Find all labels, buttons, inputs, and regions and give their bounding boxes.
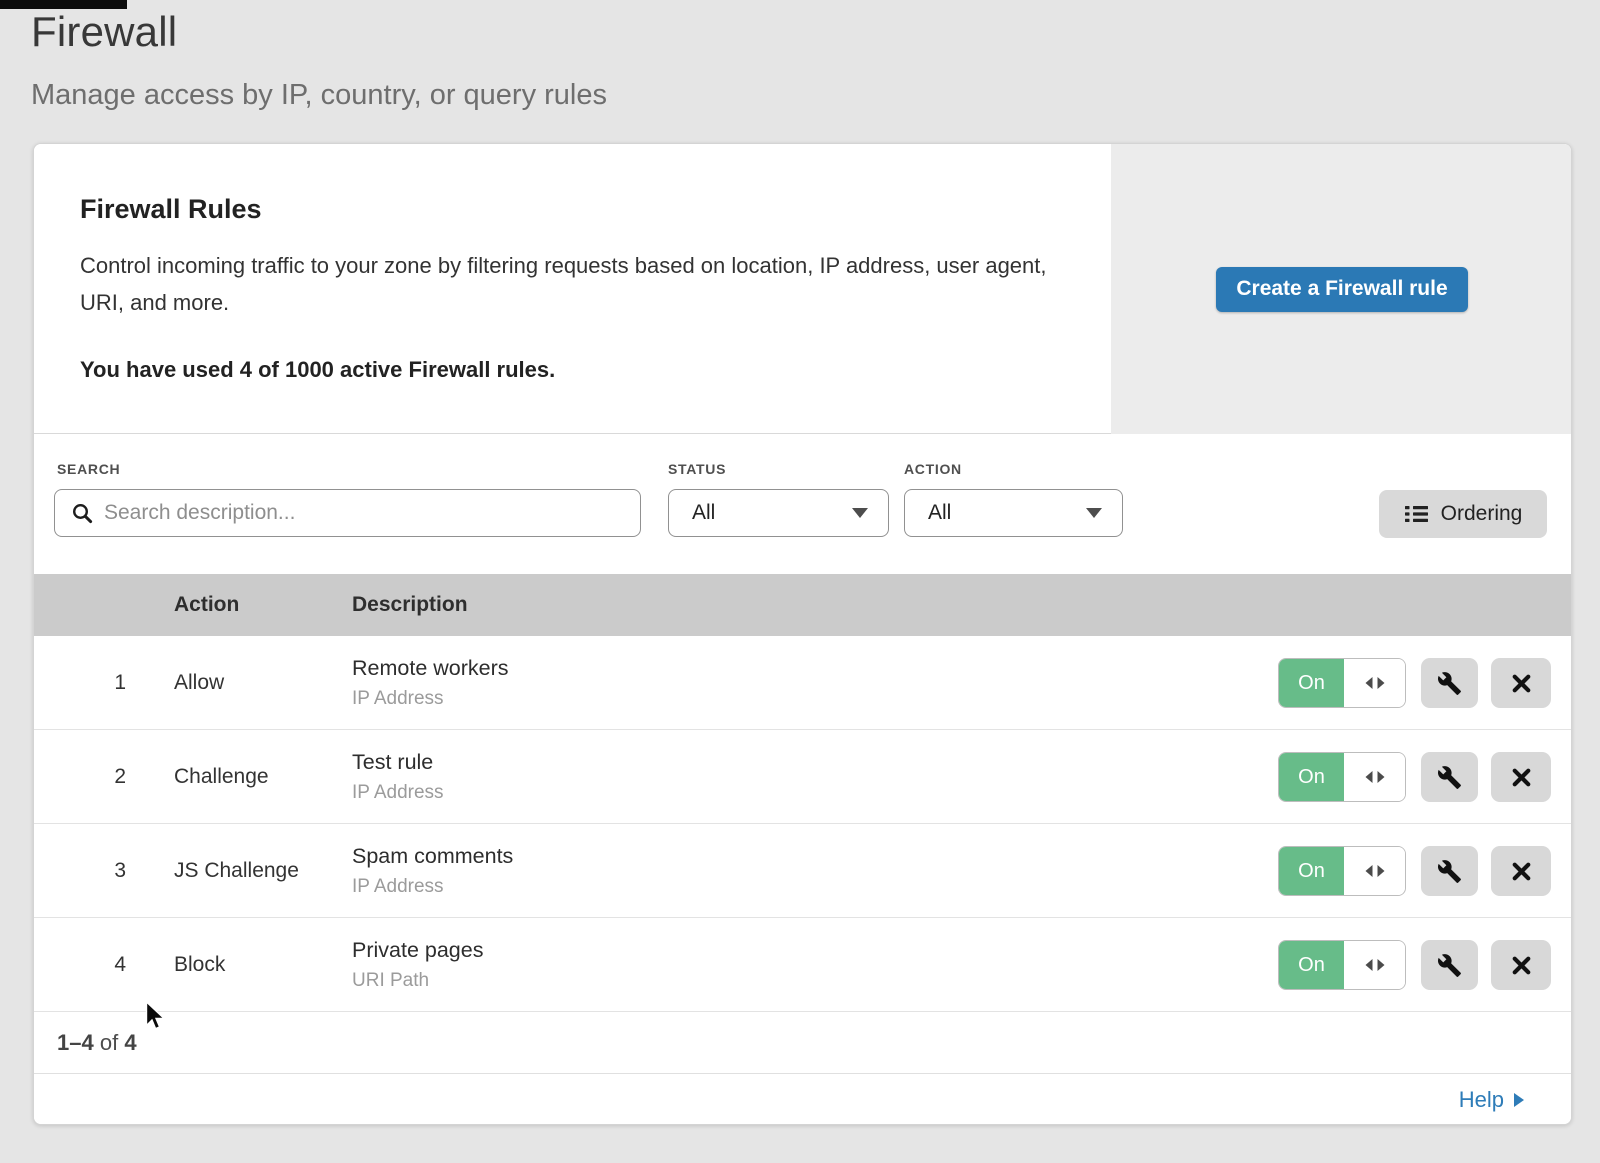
- rule-priority: 2: [94, 765, 126, 789]
- card-heading: Firewall Rules: [80, 194, 1080, 225]
- toggle-on-label[interactable]: On: [1279, 659, 1344, 707]
- edit-rule-button[interactable]: [1421, 940, 1478, 990]
- column-header-description: Description: [352, 574, 468, 636]
- table-body: 1 Allow Remote workers IP Address On: [34, 636, 1571, 1012]
- rule-enabled-toggle[interactable]: On: [1278, 846, 1406, 896]
- search-field[interactable]: [104, 501, 626, 525]
- x-icon: [1510, 954, 1533, 977]
- delete-rule-button[interactable]: [1491, 940, 1551, 990]
- action-label: ACTION: [904, 461, 962, 477]
- edit-rule-button[interactable]: [1421, 752, 1478, 802]
- left-right-arrows-icon[interactable]: [1344, 659, 1405, 707]
- help-link-label: Help: [1459, 1087, 1504, 1113]
- page-title: Firewall: [31, 8, 177, 56]
- page-subtitle: Manage access by IP, country, or query r…: [31, 79, 607, 112]
- rule-match-type: IP Address: [352, 876, 513, 898]
- status-label: STATUS: [668, 461, 726, 477]
- table-row: 4 Block Private pages URI Path On: [34, 918, 1571, 1012]
- table-header: Action Description: [34, 574, 1571, 636]
- rule-enabled-toggle[interactable]: On: [1278, 752, 1406, 802]
- rule-priority: 4: [94, 953, 126, 977]
- video-progress-bar: [0, 0, 127, 9]
- rule-action: JS Challenge: [174, 859, 299, 883]
- x-icon: [1510, 672, 1533, 695]
- table-row: 2 Challenge Test rule IP Address On: [34, 730, 1571, 824]
- rule-description: Test rule: [352, 750, 444, 775]
- edit-rule-button[interactable]: [1421, 846, 1478, 896]
- pagination-row: 1–4 of 4: [34, 1012, 1571, 1074]
- toggle-on-label[interactable]: On: [1279, 753, 1344, 801]
- search-label: SEARCH: [57, 461, 120, 477]
- delete-rule-button[interactable]: [1491, 658, 1551, 708]
- rule-description: Private pages: [352, 938, 483, 963]
- rule-match-type: IP Address: [352, 782, 444, 804]
- rule-match-type: URI Path: [352, 970, 483, 992]
- rule-description-cell: Test rule IP Address: [352, 750, 444, 804]
- list-icon: [1404, 504, 1429, 524]
- x-icon: [1510, 860, 1533, 883]
- rule-enabled-toggle[interactable]: On: [1278, 658, 1406, 708]
- rule-description: Remote workers: [352, 656, 509, 681]
- rule-priority: 3: [94, 859, 126, 883]
- search-input[interactable]: [54, 489, 641, 537]
- left-right-arrows-icon[interactable]: [1344, 753, 1405, 801]
- table-row: 3 JS Challenge Spam comments IP Address …: [34, 824, 1571, 918]
- search-icon: [71, 502, 93, 524]
- wrench-icon: [1437, 671, 1462, 696]
- usage-summary: You have used 4 of 1000 active Firewall …: [80, 357, 1080, 383]
- wrench-icon: [1437, 953, 1462, 978]
- status-selected-value: All: [692, 501, 715, 525]
- pagination-total: 4: [124, 1030, 136, 1055]
- toggle-on-label[interactable]: On: [1279, 847, 1344, 895]
- action-selected-value: All: [928, 501, 951, 525]
- create-rule-panel: Create a Firewall rule: [1111, 144, 1572, 434]
- chevron-down-icon: [1086, 508, 1102, 518]
- card-description: Control incoming traffic to your zone by…: [80, 247, 1080, 321]
- ordering-button[interactable]: Ordering: [1379, 490, 1547, 538]
- pagination-of: of: [100, 1030, 118, 1055]
- pagination-range: 1–4: [57, 1030, 94, 1055]
- rule-action: Challenge: [174, 765, 269, 789]
- rule-description: Spam comments: [352, 844, 513, 869]
- wrench-icon: [1437, 765, 1462, 790]
- rule-action: Block: [174, 953, 225, 977]
- table-row: 1 Allow Remote workers IP Address On: [34, 636, 1571, 730]
- firewall-rules-summary-section: Firewall Rules Control incoming traffic …: [34, 144, 1571, 434]
- rule-action: Allow: [174, 671, 224, 695]
- status-select[interactable]: All: [668, 489, 889, 537]
- rule-match-type: IP Address: [352, 688, 509, 710]
- x-icon: [1510, 766, 1533, 789]
- ordering-button-label: Ordering: [1441, 502, 1523, 526]
- delete-rule-button[interactable]: [1491, 846, 1551, 896]
- chevron-down-icon: [852, 508, 868, 518]
- left-right-arrows-icon[interactable]: [1344, 847, 1405, 895]
- delete-rule-button[interactable]: [1491, 752, 1551, 802]
- help-row: Help: [34, 1074, 1571, 1125]
- wrench-icon: [1437, 859, 1462, 884]
- help-link[interactable]: Help: [1459, 1087, 1524, 1113]
- rule-description-cell: Remote workers IP Address: [352, 656, 509, 710]
- action-select[interactable]: All: [904, 489, 1123, 537]
- rule-description-cell: Private pages URI Path: [352, 938, 483, 992]
- rule-enabled-toggle[interactable]: On: [1278, 940, 1406, 990]
- firewall-rules-card: Firewall Rules Control incoming traffic …: [33, 143, 1572, 1125]
- left-right-arrows-icon[interactable]: [1344, 941, 1405, 989]
- column-header-action: Action: [174, 574, 239, 636]
- create-firewall-rule-button[interactable]: Create a Firewall rule: [1216, 267, 1468, 312]
- firewall-rules-summary-text: Firewall Rules Control incoming traffic …: [80, 194, 1080, 383]
- filters-bar: SEARCH STATUS All ACTION All: [34, 434, 1571, 574]
- rule-priority: 1: [94, 671, 126, 695]
- arrow-right-icon: [1514, 1093, 1524, 1107]
- toggle-on-label[interactable]: On: [1279, 941, 1344, 989]
- edit-rule-button[interactable]: [1421, 658, 1478, 708]
- rule-description-cell: Spam comments IP Address: [352, 844, 513, 898]
